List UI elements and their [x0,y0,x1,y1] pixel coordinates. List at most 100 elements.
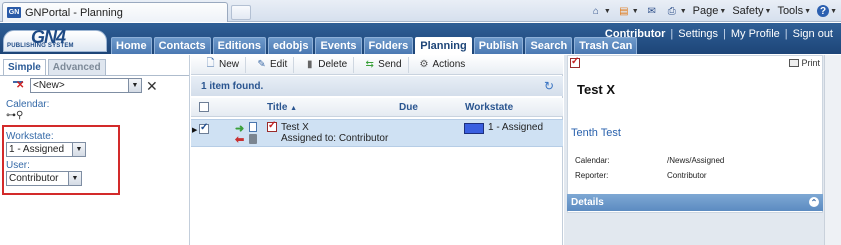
user-label: User: [6,160,30,171]
edit-icon: ✎ [257,59,266,70]
help-button[interactable]: ? ▼ [817,5,837,17]
saved-filter-value: <New> [33,80,65,91]
tab-editions[interactable]: Editions [212,37,267,54]
items-found-bar: 1 item found. [191,76,563,96]
actions-label: Actions [432,59,466,70]
back-arrow-icon[interactable]: ⬅ [235,133,244,146]
clear-filter-icon[interactable] [12,80,26,92]
chevron-down-icon: ▼ [72,143,85,156]
document-icon[interactable] [249,122,257,132]
chevron-down-icon: ▼ [128,79,141,92]
print-label: Print [801,58,820,68]
home-button[interactable]: ⌂ ▼ [589,5,611,17]
home-icon: ⌂ [592,5,599,17]
saved-filter-select[interactable]: <New> ▼ [30,78,142,93]
row-pointer-icon: ▶ [192,127,198,134]
field-reporter-key: Reporter: [575,171,609,180]
logo-subtext: PUBLISHING SYSTEM [7,43,74,49]
column-title[interactable]: Title ▲ [267,102,297,113]
trash-icon[interactable] [249,134,257,144]
tab-search[interactable]: Search [525,37,573,54]
preview-subtitle[interactable]: Tenth Test [571,127,621,139]
field-reporter-value: Contributor [667,171,707,180]
tab-simple[interactable]: Simple [3,59,46,75]
sign-out-link[interactable]: Sign out [793,28,833,40]
close-icon[interactable]: ✕ [146,79,158,93]
user-value: Contributor [9,173,59,184]
print-button[interactable]: ⎙ ▼ [665,5,687,17]
separator: | [723,28,726,40]
user-links: Contributor | Settings | My Profile | Si… [605,28,833,40]
tab-divider [0,75,189,76]
help-icon: ? [817,5,830,17]
tab-edobjs[interactable]: edobjs [268,37,314,54]
results-toolbar: 🗋 New ✎ Edit ▮ Delete ⇆ Send ⚙ Actions [191,55,563,75]
tab-contacts[interactable]: Contacts [153,37,211,54]
mail-button[interactable]: ✉ [645,5,659,17]
safety-menu[interactable]: Safety ▼ [732,5,771,17]
separator: | [784,28,788,40]
settings-link[interactable]: Settings [678,28,718,40]
column-due[interactable]: Due [399,102,418,113]
preview-card: Print Test X Tenth Test Calendar: /News/… [567,55,823,213]
tools-menu[interactable]: Tools ▼ [777,5,811,17]
actions-button[interactable]: ⚙ Actions [413,57,472,73]
expand-icon[interactable]: ⌃ [809,197,819,207]
filter-panel: Simple Advanced <New> ▼ ✕ Calendar: ⊶⚲ W… [0,55,190,245]
tab-publish[interactable]: Publish [473,37,524,54]
saved-filter-row: <New> ▼ ✕ [12,78,158,93]
delete-icon: ▮ [306,59,313,70]
delete-label: Delete [318,59,348,70]
calendar-picker-icon[interactable]: ⊶⚲ [6,111,24,121]
workstate-select[interactable]: 1 - Assigned ▼ [6,142,86,157]
tab-events[interactable]: Events [315,37,362,54]
page-menu[interactable]: Page ▼ [693,5,727,17]
new-button[interactable]: 🗋 New [199,56,247,73]
column-workstate[interactable]: Workstate [465,102,513,113]
tab-planning[interactable]: Planning [415,37,472,54]
favicon-icon: GN [7,7,21,18]
tools-menu-label: Tools [777,5,804,17]
feeds-button[interactable]: ▤ ▼ [617,5,639,17]
user-select[interactable]: Contributor ▼ [6,171,82,186]
row-title[interactable]: Test X [281,122,309,133]
tab-home[interactable]: Home [111,37,152,54]
column-title-label: Title [267,102,288,113]
task-check-icon [570,56,580,68]
feeds-icon: ▤ [619,5,629,17]
preview-panel: Print Test X Tenth Test Calendar: /News/… [564,55,841,245]
mail-icon: ✉ [647,5,656,17]
current-user: Contributor [604,28,666,40]
send-label: Send [378,59,402,70]
send-button[interactable]: ⇆ Send [358,56,409,73]
browser-tab[interactable]: GN GNPortal - Planning [2,2,228,22]
browser-tab-bar: GN GNPortal - Planning ⌂ ▼ ▤ ▼ ✉ ⎙ ▼ Page ▼ … [0,0,841,22]
row-checkbox[interactable] [199,122,209,134]
my-profile-link[interactable]: My Profile [731,28,780,40]
gn4-logo: GN4 PUBLISHING SYSTEM [3,24,107,54]
tab-advanced[interactable]: Advanced [47,59,106,75]
browser-command-bar: ⌂ ▼ ▤ ▼ ✉ ⎙ ▼ Page ▼ Safety ▼ Tools ▼ ? ▼ [589,2,837,20]
calendar-label: Calendar: [6,99,50,110]
send-icon: ⇆ [365,59,374,70]
separator: | [670,28,674,40]
refresh-icon[interactable]: ↻ [544,79,554,93]
table-row[interactable]: ▶ ➜ ⬅ Test X Assigned to: Contributor 1 … [191,119,563,147]
select-all-checkbox[interactable] [199,102,209,112]
tab-folders[interactable]: Folders [363,37,414,54]
details-label: Details [571,197,604,208]
new-tab-button[interactable] [231,5,251,20]
print-icon: ⎙ [667,5,676,17]
task-check-icon [267,120,277,132]
print-button[interactable]: Print [789,58,820,68]
details-section-header[interactable]: Details ⌃ [567,194,823,211]
row-workstate: 1 - Assigned [488,122,544,133]
new-doc-icon: 🗋 [206,58,215,69]
gear-icon: ⚙ [419,59,429,70]
safety-menu-label: Safety [732,5,764,17]
delete-button[interactable]: ▮ Delete [298,56,355,73]
field-calendar-key: Calendar: [575,156,610,165]
filter-tabs: Simple Advanced [3,59,106,75]
edit-button[interactable]: ✎ Edit [250,56,295,73]
vertical-scrollbar[interactable] [824,55,841,245]
